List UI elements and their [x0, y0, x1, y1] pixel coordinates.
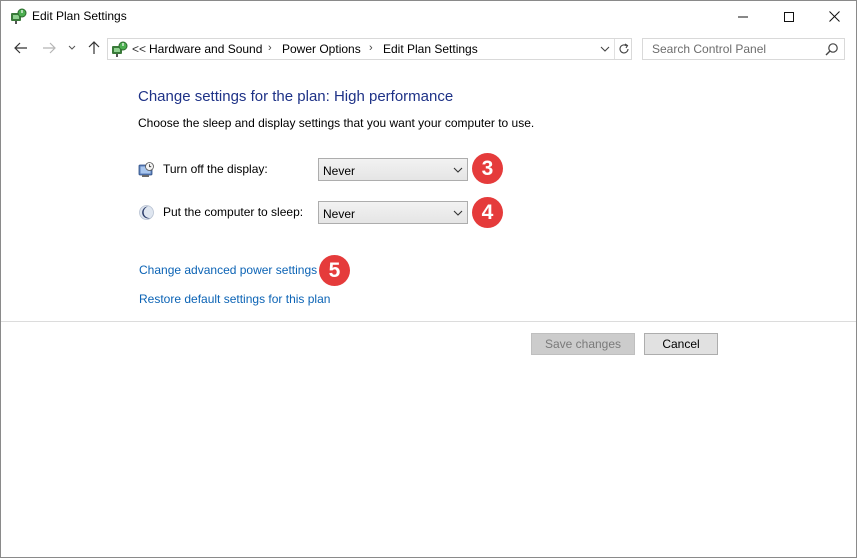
breadcrumb-edit-plan-settings[interactable]: Edit Plan Settings — [383, 42, 478, 56]
breadcrumb-hardware-and-sound[interactable]: Hardware and Sound — [149, 42, 262, 56]
save-changes-button[interactable]: Save changes — [531, 333, 635, 355]
recent-locations-button[interactable] — [65, 38, 79, 58]
up-button[interactable] — [84, 38, 104, 58]
step-badge-4: 4 — [472, 197, 503, 228]
minimize-button[interactable] — [720, 1, 766, 32]
divider — [1, 321, 856, 322]
address-bar[interactable]: << Hardware and Sound › Power Options › … — [107, 38, 632, 60]
turn-off-display-setting: Turn off the display: Never — [138, 158, 518, 182]
change-advanced-power-settings-link[interactable]: Change advanced power settings — [139, 263, 317, 277]
arrow-left-icon — [14, 42, 27, 54]
search-input[interactable] — [643, 39, 823, 59]
refresh-button[interactable] — [614, 39, 632, 59]
arrow-up-icon — [88, 41, 100, 54]
sleep-timeout-value: Never — [323, 207, 356, 221]
forward-button[interactable] — [38, 38, 60, 58]
page-title: Change settings for the plan: High perfo… — [138, 88, 454, 105]
display-timeout-label: Turn off the display: — [163, 162, 268, 176]
display-timeout-select[interactable]: Never — [318, 158, 468, 181]
moon-icon — [138, 204, 155, 221]
navigation-bar: << Hardware and Sound › Power Options › … — [1, 32, 856, 66]
control-panel-icon — [111, 41, 128, 58]
display-timeout-value: Never — [323, 164, 356, 178]
close-button[interactable] — [811, 1, 857, 32]
address-history-button[interactable] — [597, 39, 613, 59]
search-box[interactable] — [642, 38, 845, 60]
window-title: Edit Plan Settings — [32, 9, 127, 23]
chevron-down-icon — [452, 207, 464, 219]
chevron-down-icon — [68, 45, 76, 50]
title-bar: Edit Plan Settings — [1, 1, 856, 32]
step-badge-5: 5 — [319, 255, 350, 286]
breadcrumb-power-options[interactable]: Power Options — [282, 42, 361, 56]
chevron-down-icon — [452, 164, 464, 176]
breadcrumb-separator-icon[interactable]: › — [268, 42, 272, 54]
maximize-icon — [784, 11, 794, 22]
close-icon — [828, 11, 840, 22]
edit-plan-settings-window: Edit Plan Settings << Hardware and Sound… — [0, 0, 857, 558]
maximize-button[interactable] — [766, 1, 812, 32]
breadcrumb-overflow[interactable]: << — [132, 42, 146, 56]
cancel-button[interactable]: Cancel — [644, 333, 718, 355]
power-options-icon — [10, 8, 27, 25]
refresh-icon — [619, 43, 629, 54]
step-badge-3: 3 — [472, 153, 503, 184]
back-button[interactable] — [10, 38, 32, 58]
page-description: Choose the sleep and display settings th… — [138, 116, 535, 130]
search-icon[interactable] — [824, 41, 840, 57]
sleep-timeout-label: Put the computer to sleep: — [163, 205, 304, 219]
minimize-icon — [738, 16, 748, 17]
arrow-right-icon — [43, 42, 56, 54]
restore-default-settings-link[interactable]: Restore default settings for this plan — [139, 292, 330, 306]
sleep-setting: Put the computer to sleep: Never — [138, 201, 518, 225]
chevron-down-icon — [600, 46, 610, 52]
monitor-clock-icon — [138, 161, 155, 178]
sleep-timeout-select[interactable]: Never — [318, 201, 468, 224]
breadcrumb-separator-icon[interactable]: › — [369, 42, 373, 54]
